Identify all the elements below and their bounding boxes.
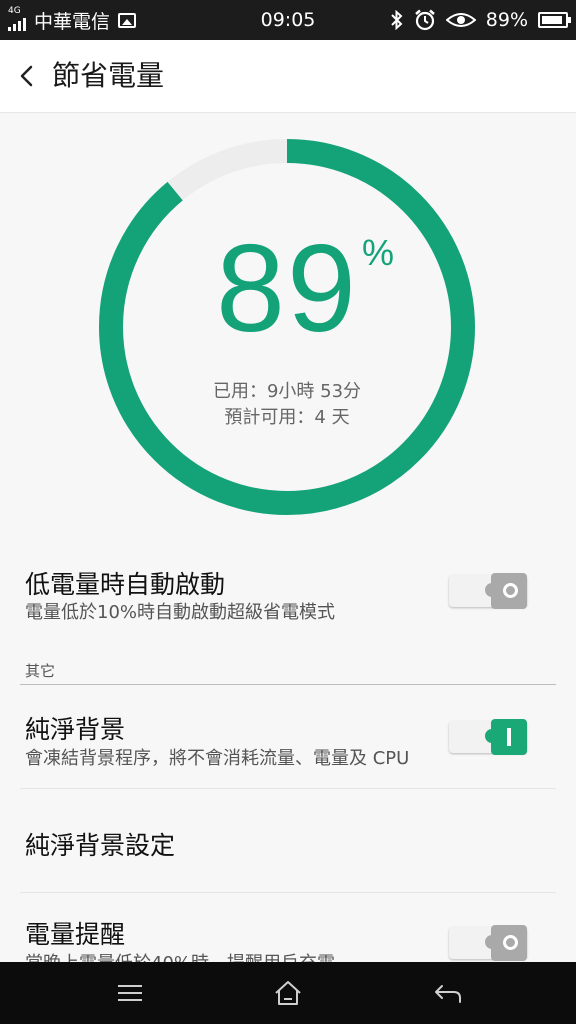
pure-background-toggle[interactable] xyxy=(449,719,529,755)
row-divider xyxy=(20,788,556,789)
back-icon[interactable] xyxy=(428,978,468,1008)
page-title: 節省電量 xyxy=(52,59,165,92)
setting-subtitle: 當晚上電量低於40%時，提醒用戶充電 xyxy=(25,949,335,962)
percent-symbol: % xyxy=(362,232,395,273)
setting-title: 純淨背景 xyxy=(25,715,126,744)
section-header-other: 其它 xyxy=(25,662,56,680)
setting-title: 電量提醒 xyxy=(25,920,126,949)
home-icon[interactable] xyxy=(268,978,308,1008)
percent-display: 89 xyxy=(97,227,477,351)
alarm-icon xyxy=(414,9,435,31)
section-divider xyxy=(20,684,556,685)
setting-title: 純淨背景設定 xyxy=(25,831,176,860)
back-arrow-icon[interactable] xyxy=(14,62,42,90)
setting-subtitle: 會凍結背景程序，將不會消耗流量、電量及 CPU xyxy=(25,748,410,769)
setting-title: 低電量時自動啟動 xyxy=(25,570,226,599)
toggle-knob xyxy=(485,719,527,755)
percent-value: 89 xyxy=(216,220,358,358)
status-bar: 4G 中華電信 09:05 89% xyxy=(0,0,576,40)
app-bar: 節省電量 xyxy=(0,40,576,113)
usage-time: 已用：9小時 53分 xyxy=(212,381,362,402)
setting-subtitle: 電量低於10%時自動啟動超級省電模式 xyxy=(25,602,336,623)
bluetooth-icon xyxy=(391,10,403,30)
menu-icon[interactable] xyxy=(110,978,150,1008)
status-right: 89% xyxy=(390,0,571,40)
battery-reminder-toggle[interactable] xyxy=(449,925,529,961)
toggle-knob xyxy=(485,573,527,609)
auto-enable-toggle[interactable] xyxy=(449,573,529,609)
estimated-time: 預計可用：4 天 xyxy=(224,407,350,428)
battery-percent: 89% xyxy=(485,9,528,31)
eye-comfort-icon xyxy=(445,13,476,27)
toggle-knob xyxy=(485,925,527,961)
battery-ring: 89 % 已用：9小時 53分 預計可用：4 天 xyxy=(97,137,477,517)
row-divider xyxy=(20,892,556,893)
navigation-bar xyxy=(0,962,576,1024)
battery-icon xyxy=(538,12,571,28)
setting-pure-background-settings[interactable]: 純淨背景設定 xyxy=(20,800,556,885)
